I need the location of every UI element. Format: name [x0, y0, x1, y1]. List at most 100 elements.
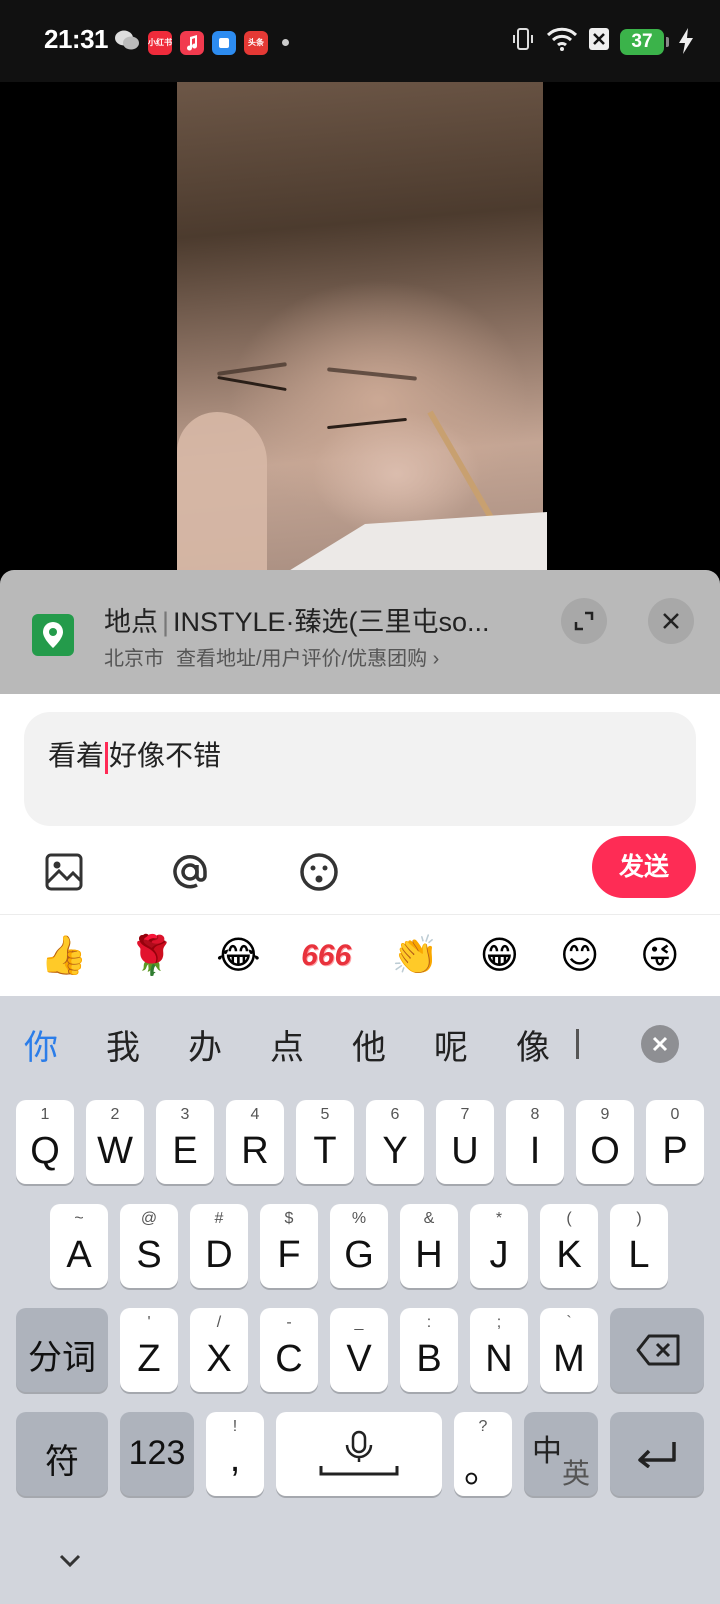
key-j[interactable]: * J — [470, 1204, 528, 1288]
location-subtitle[interactable]: 北京市 查看地址/用户评价/优惠团购 › — [104, 642, 439, 671]
toutiao-icon: 头条 — [244, 30, 268, 55]
symbol-key[interactable]: 符 — [16, 1412, 108, 1496]
smiley-icon — [300, 853, 338, 891]
emoji-picker-button[interactable] — [299, 852, 339, 892]
key-d[interactable]: # D — [190, 1204, 248, 1288]
microphone-icon — [319, 1430, 399, 1476]
smile-emoji[interactable]: 😊 — [560, 937, 600, 975]
key-q[interactable]: 1Q — [16, 1100, 74, 1184]
system-icons: 37 — [510, 26, 669, 57]
backspace-key[interactable] — [610, 1308, 704, 1392]
location-details-link[interactable]: 查看地址/用户评价/优惠团购 › — [176, 648, 439, 670]
more-notifications-dot — [282, 39, 289, 46]
key-p[interactable]: 0P — [646, 1100, 704, 1184]
candidate-item[interactable]: 呢 — [410, 1020, 492, 1069]
key-e[interactable]: 3E — [156, 1100, 214, 1184]
expand-button[interactable] — [561, 598, 607, 644]
period-key[interactable]: ?。 — [454, 1412, 512, 1496]
expand-icon — [574, 611, 594, 631]
laugh-cry-emoji[interactable]: 😂 — [216, 937, 260, 975]
key-r[interactable]: 4R — [226, 1100, 284, 1184]
key-y[interactable]: 6Y — [366, 1100, 424, 1184]
no-sim-icon — [588, 27, 610, 56]
hide-keyboard-button[interactable] — [56, 1546, 84, 1574]
vibrate-icon — [510, 26, 536, 57]
text-caret — [105, 741, 109, 774]
location-tag: 地点 — [104, 607, 158, 637]
key-h[interactable]: & H — [400, 1204, 458, 1288]
space-key[interactable] — [276, 1412, 442, 1496]
location-title[interactable]: 地点 | INSTYLE·臻选(三里屯so... — [104, 600, 534, 639]
status-bar: 21:31 小红书 头条 37 — [0, 0, 720, 82]
close-location-button[interactable] — [648, 598, 694, 644]
key-u[interactable]: 7U — [436, 1100, 494, 1184]
key-f[interactable]: $ F — [260, 1204, 318, 1288]
thumbs-up-emoji[interactable]: 👍 — [40, 937, 87, 975]
grin-emoji[interactable]: 😁 — [480, 937, 520, 975]
key-k[interactable]: (K — [540, 1204, 598, 1288]
at-icon — [173, 855, 207, 889]
backspace-icon — [636, 1334, 680, 1366]
close-icon — [663, 613, 679, 629]
candidate-item[interactable]: 像 — [492, 1020, 574, 1069]
music-icon — [180, 30, 204, 55]
location-name: INSTYLE·臻选(三里屯so... — [173, 607, 490, 637]
wifi-icon — [546, 26, 578, 57]
wink-tongue-emoji[interactable]: 😜 — [640, 937, 680, 975]
battery-indicator: 37 — [620, 28, 669, 55]
charging-icon — [678, 28, 694, 59]
close-icon — [652, 1036, 668, 1052]
image-icon — [45, 853, 83, 891]
key-l[interactable]: ) L — [610, 1204, 668, 1288]
number-key[interactable]: 123 — [120, 1412, 194, 1496]
status-time: 21:31 — [44, 24, 109, 54]
video-frame — [177, 82, 547, 572]
divider — [0, 914, 720, 915]
candidate-item[interactable]: 办 — [164, 1020, 246, 1069]
video-player[interactable] — [0, 82, 720, 572]
clap-emoji[interactable]: 👏 — [392, 937, 439, 975]
key-a[interactable]: ~ A — [50, 1204, 108, 1288]
mention-button[interactable] — [170, 852, 210, 892]
key-z[interactable]: ' Z — [120, 1308, 178, 1392]
candidate-item[interactable]: 我 — [82, 1020, 164, 1069]
segment-key[interactable]: 分词 — [16, 1308, 108, 1392]
key-g[interactable]: % G — [330, 1204, 388, 1288]
map-pin-icon — [32, 614, 74, 656]
key-b[interactable]: :B — [400, 1308, 458, 1392]
key-t[interactable]: 5T — [296, 1100, 354, 1184]
key-s[interactable]: @ S — [120, 1204, 178, 1288]
key-w[interactable]: 2W — [86, 1100, 144, 1184]
chevron-down-icon — [59, 1554, 81, 1568]
key-v[interactable]: _ V — [330, 1308, 388, 1392]
lang-zh-label: 中 — [532, 1435, 562, 1468]
location-city: 北京市 — [104, 648, 164, 670]
lang-en-label: 英 — [562, 1458, 591, 1489]
key-i[interactable]: 8I — [506, 1100, 564, 1184]
emoji-666[interactable]: 666 — [301, 941, 351, 971]
candidate-item[interactable]: 他 — [328, 1020, 410, 1069]
notification-icons: 小红书 头条 — [114, 28, 289, 57]
candidate-item[interactable]: 你 — [0, 1020, 82, 1069]
key-c[interactable]: -C — [260, 1308, 318, 1392]
clear-candidates-button[interactable] — [641, 1025, 679, 1063]
key-n[interactable]: ; N — [470, 1308, 528, 1392]
candidate-bar: 你 我 办 点 他 呢 像 — [0, 996, 720, 1092]
quick-emoji-row: 👍 🌹 😂 666 👏 😁 😊 😜 — [0, 916, 720, 996]
comment-input[interactable]: 看着 好像不错 — [24, 712, 696, 826]
language-switch-key[interactable]: 中 英 — [524, 1412, 598, 1496]
key-x[interactable]: / X — [190, 1308, 248, 1392]
enter-key[interactable] — [610, 1412, 704, 1496]
candidate-item[interactable]: 点 — [246, 1020, 328, 1069]
video-collar — [287, 512, 547, 572]
comment-text-after: 好像不错 — [109, 740, 222, 771]
comma-key[interactable]: !, — [206, 1412, 264, 1496]
rose-emoji[interactable]: 🌹 — [128, 937, 175, 975]
image-picker-button[interactable] — [44, 852, 84, 892]
key-m[interactable]: ` M — [540, 1308, 598, 1392]
wechat-icon — [114, 28, 140, 57]
xiaohongshu-icon: 小红书 — [148, 30, 172, 55]
enter-icon — [638, 1442, 676, 1468]
send-button[interactable]: 发送 — [592, 836, 696, 898]
key-o[interactable]: 9O — [576, 1100, 634, 1184]
